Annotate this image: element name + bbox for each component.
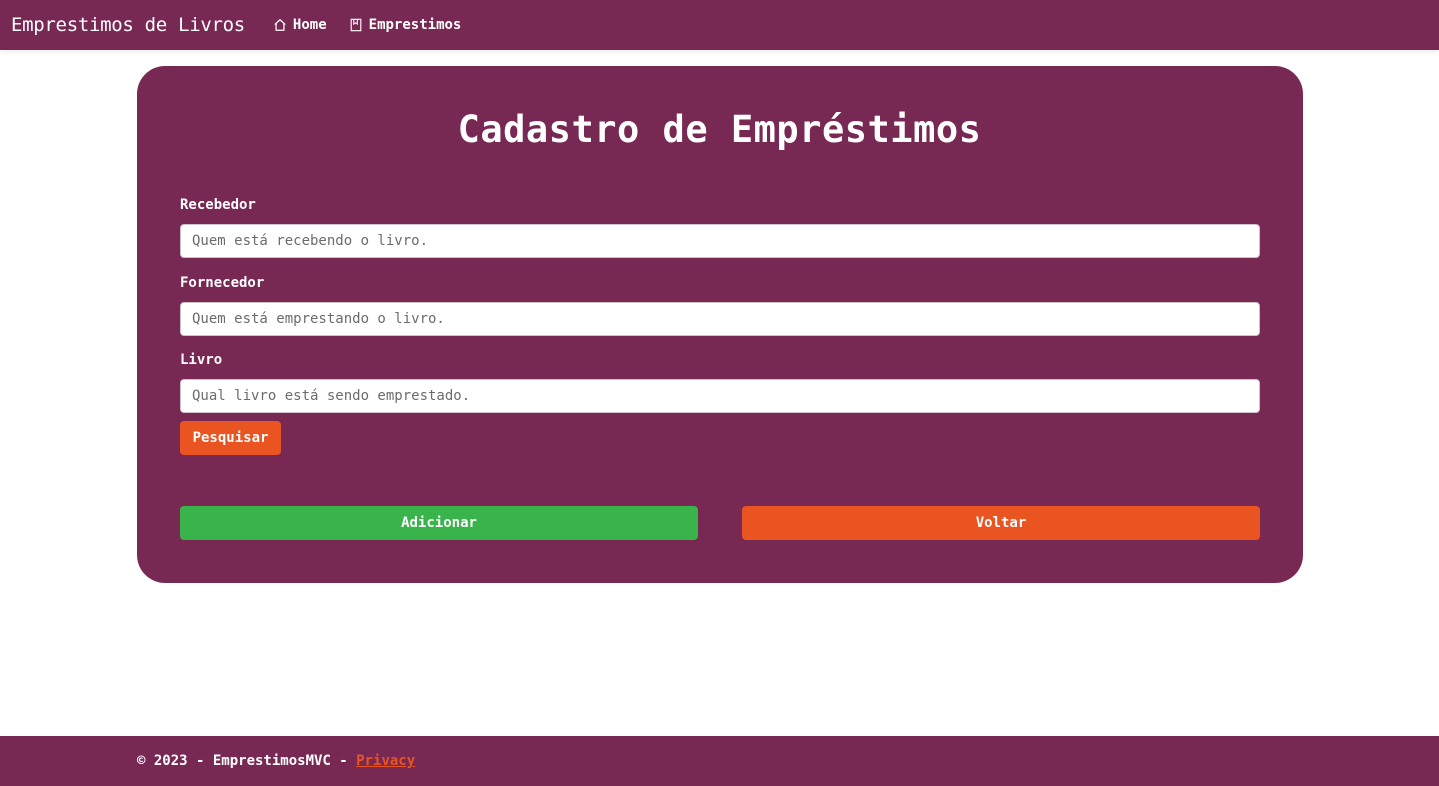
recebedor-label: Recebedor [180, 197, 256, 213]
privacy-link[interactable]: Privacy [356, 753, 415, 769]
brand-link[interactable]: Emprestimos de Livros [11, 14, 245, 36]
search-button[interactable]: Pesquisar [180, 421, 281, 455]
back-button[interactable]: Voltar [742, 506, 1260, 540]
footer: © 2023 - EmprestimosMVC - Privacy [0, 736, 1439, 786]
recebedor-input[interactable] [180, 224, 1260, 258]
book-icon [350, 18, 362, 32]
page-title: Cadastro de Empréstimos [457, 108, 982, 151]
fornecedor-label: Fornecedor [180, 275, 265, 291]
footer-copyright: © 2023 - EmprestimosMVC - [137, 753, 357, 769]
nav-emprestimos-label: Emprestimos [368, 17, 462, 33]
nav-home-label: Home [292, 17, 327, 33]
top-navbar: Emprestimos de Livros Home Emprestimos [0, 0, 1439, 50]
fornecedor-input[interactable] [180, 302, 1260, 336]
add-button[interactable]: Adicionar [180, 506, 698, 540]
livro-input[interactable] [180, 379, 1260, 413]
home-icon [274, 19, 286, 31]
nav-emprestimos-link[interactable]: Emprestimos [349, 17, 462, 33]
livro-label: Livro [180, 352, 223, 368]
nav-home-link[interactable]: Home [273, 17, 327, 33]
